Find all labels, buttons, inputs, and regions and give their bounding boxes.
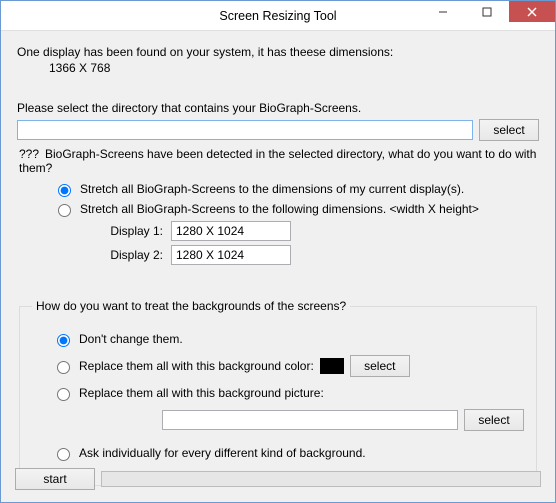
display-info-text: One display has been found on your syste… (17, 45, 539, 59)
window-controls (421, 1, 555, 22)
bg-picture-select-button[interactable]: select (464, 409, 524, 431)
detected-line: ???BioGraph-Screens have been detected i… (17, 147, 539, 175)
display2-input[interactable] (171, 245, 291, 265)
bg-picture-input[interactable] (162, 410, 458, 430)
bg-color-swatch (320, 358, 344, 374)
directory-select-button[interactable]: select (479, 119, 539, 141)
bg-opt-color[interactable]: Replace them all with this background co… (52, 355, 524, 377)
bottom-bar: start (15, 468, 541, 490)
opt-stretch-custom-label: Stretch all BioGraph-Screens to the foll… (80, 201, 479, 217)
bg-opt-color-radio[interactable] (57, 361, 70, 374)
bg-color-select-button[interactable]: select (350, 355, 410, 377)
start-button[interactable]: start (15, 468, 95, 490)
detected-text: BioGraph-Screens have been detected in t… (19, 147, 536, 175)
progress-bar (101, 471, 541, 487)
background-options: Don't change them. Replace them all with… (32, 331, 524, 461)
directory-input[interactable] (17, 120, 473, 140)
bg-opt-color-label: Replace them all with this background co… (79, 358, 314, 374)
display-dimensions: 1366 X 768 (49, 61, 539, 75)
close-button[interactable] (509, 1, 555, 22)
titlebar: Screen Resizing Tool (1, 1, 555, 31)
display2-label: Display 2: (99, 248, 163, 262)
background-group: How do you want to treat the backgrounds… (19, 299, 537, 486)
minimize-icon (438, 7, 448, 17)
background-legend: How do you want to treat the backgrounds… (32, 299, 350, 313)
bg-picture-row: select (162, 409, 524, 431)
window: Screen Resizing Tool One display has bee… (0, 0, 556, 503)
display1-input[interactable] (171, 221, 291, 241)
opt-stretch-current-label: Stretch all BioGraph-Screens to the dime… (80, 181, 464, 197)
directory-prompt: Please select the directory that contain… (17, 101, 539, 115)
bg-opt-dont[interactable]: Don't change them. (52, 331, 524, 347)
minimize-button[interactable] (421, 1, 465, 22)
bg-opt-dont-label: Don't change them. (79, 331, 183, 347)
opt-stretch-custom[interactable]: Stretch all BioGraph-Screens to the foll… (53, 201, 539, 217)
bg-opt-dont-radio[interactable] (57, 334, 70, 347)
bg-opt-picture-radio[interactable] (57, 388, 70, 401)
maximize-button[interactable] (465, 1, 509, 22)
display2-row: Display 2: (99, 245, 539, 265)
directory-row: select (17, 119, 539, 141)
qmarks: ??? (19, 147, 45, 161)
display1-row: Display 1: (99, 221, 539, 241)
close-icon (527, 7, 537, 17)
stretch-options: Stretch all BioGraph-Screens to the dime… (17, 181, 539, 265)
opt-stretch-custom-radio[interactable] (58, 204, 71, 217)
bg-opt-picture-label: Replace them all with this background pi… (79, 385, 324, 401)
opt-stretch-current-radio[interactable] (58, 184, 71, 197)
bg-opt-ask-radio[interactable] (57, 448, 70, 461)
bg-opt-ask-label: Ask individually for every different kin… (79, 445, 366, 461)
opt-stretch-current[interactable]: Stretch all BioGraph-Screens to the dime… (53, 181, 539, 197)
maximize-icon (482, 7, 492, 17)
display1-label: Display 1: (99, 224, 163, 238)
client-area: One display has been found on your syste… (1, 31, 555, 496)
bg-opt-picture[interactable]: Replace them all with this background pi… (52, 385, 524, 401)
bg-opt-ask[interactable]: Ask individually for every different kin… (52, 445, 524, 461)
